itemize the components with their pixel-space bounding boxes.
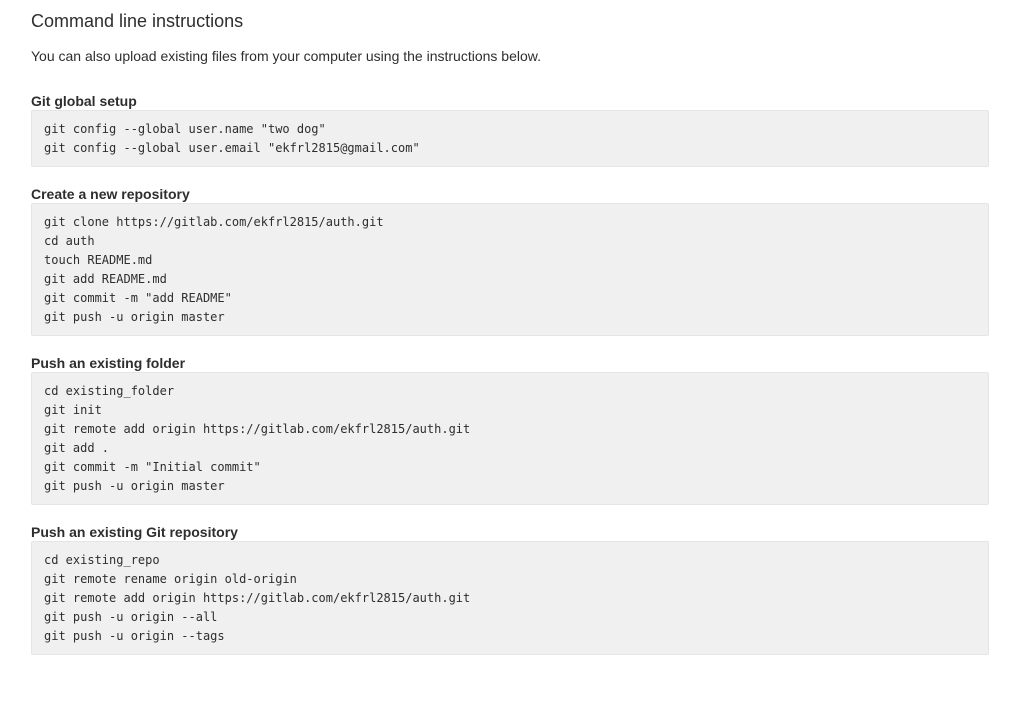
code-line[interactable]: git clone https://gitlab.com/ekfrl2815/a… bbox=[44, 213, 976, 232]
code-line[interactable]: git remote add origin https://gitlab.com… bbox=[44, 420, 976, 439]
code-line[interactable]: git remote add origin https://gitlab.com… bbox=[44, 589, 976, 608]
code-block-push-existing-git-repository[interactable]: cd existing_repo git remote rename origin… bbox=[31, 541, 989, 655]
code-line[interactable]: git init bbox=[44, 401, 976, 420]
code-line[interactable]: git push -u origin --all bbox=[44, 608, 976, 627]
code-line[interactable]: git push -u origin --tags bbox=[44, 627, 976, 646]
intro-text: You can also upload existing files from … bbox=[31, 48, 541, 64]
code-line[interactable]: git commit -m "Initial commit" bbox=[44, 458, 976, 477]
code-line[interactable]: git add . bbox=[44, 439, 976, 458]
section-title-create-new-repository: Create a new repository bbox=[31, 186, 190, 202]
code-block-push-existing-folder[interactable]: cd existing_folder git init git remote add… bbox=[31, 372, 989, 505]
code-block-create-new-repository[interactable]: git clone https://gitlab.com/ekfrl2815/a… bbox=[31, 203, 989, 336]
command-line-instructions-panel: Command line instructions You can also u… bbox=[0, 0, 1031, 655]
section-title-push-existing-folder: Push an existing folder bbox=[31, 355, 186, 371]
code-line[interactable]: cd existing_folder bbox=[44, 382, 976, 401]
section-title-git-global-setup: Git global setup bbox=[31, 93, 137, 109]
code-line[interactable]: git add README.md bbox=[44, 270, 976, 289]
code-line[interactable]: git commit -m "add README" bbox=[44, 289, 976, 308]
code-line[interactable]: git config --global user.email "ekfrl281… bbox=[44, 139, 976, 158]
code-line[interactable]: git config --global user.name "two dog" bbox=[44, 120, 976, 139]
page-title: Command line instructions bbox=[31, 11, 244, 31]
code-block-git-global-setup[interactable]: git config --global user.name "two dog" g… bbox=[31, 110, 989, 167]
code-line[interactable]: git push -u origin master bbox=[44, 308, 976, 327]
code-line[interactable]: cd auth bbox=[44, 232, 976, 251]
code-line[interactable]: touch README.md bbox=[44, 251, 976, 270]
code-line[interactable]: git remote rename origin old-origin bbox=[44, 570, 976, 589]
section-title-push-existing-git-repository: Push an existing Git repository bbox=[31, 524, 238, 540]
code-line[interactable]: git push -u origin master bbox=[44, 477, 976, 496]
code-line[interactable]: cd existing_repo bbox=[44, 551, 976, 570]
